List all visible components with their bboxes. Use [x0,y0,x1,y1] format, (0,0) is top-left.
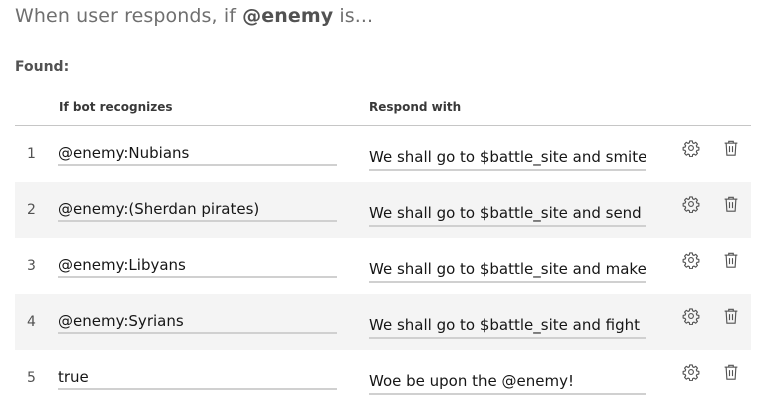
response-input[interactable]: We shall go to $battle_site and smite [369,146,646,171]
column-header-condition: If bot recognizes [59,100,173,114]
trash-icon[interactable] [721,306,741,326]
condition-value: @enemy:Nubians [58,144,190,162]
response-input[interactable]: We shall go to $battle_site and make [369,258,646,283]
response-value: We shall go to $battle_site and fight u [369,316,646,334]
condition-value: true [58,368,89,386]
condition-value: @enemy:(Sherdan pirates) [58,200,260,218]
response-input[interactable]: We shall go to $battle_site and send [369,202,646,227]
condition-input[interactable]: @enemy:(Sherdan pirates) [58,198,337,222]
heading-entity: @enemy [242,5,334,27]
row-number: 5 [27,370,36,386]
table-row: 1 @enemy:Nubians We shall go to $battle_… [15,126,751,182]
column-header-response: Respond with [369,100,462,114]
heading-prefix: When user responds, if [15,5,243,27]
trash-icon[interactable] [721,194,741,214]
condition-input[interactable]: true [58,366,337,390]
found-label: Found: [15,59,70,75]
trash-icon[interactable] [721,362,741,382]
response-value: Woe be upon the @enemy! [369,372,574,390]
heading-suffix: is... [333,5,374,27]
response-input[interactable]: Woe be upon the @enemy! [369,370,646,395]
gear-icon[interactable] [681,194,701,214]
condition-heading: When user responds, if @enemy is... [15,5,373,27]
gear-icon[interactable] [681,306,701,326]
response-value: We shall go to $battle_site and smite [369,148,646,166]
response-value: We shall go to $battle_site and make [369,260,646,278]
condition-input[interactable]: @enemy:Nubians [58,142,337,166]
condition-input[interactable]: @enemy:Libyans [58,254,337,278]
row-number: 2 [27,202,36,218]
row-number: 3 [27,258,36,274]
row-number: 1 [27,146,36,162]
trash-icon[interactable] [721,138,741,158]
condition-value: @enemy:Libyans [58,256,186,274]
response-value: We shall go to $battle_site and send [369,204,642,222]
condition-value: @enemy:Syrians [58,312,184,330]
condition-input[interactable]: @enemy:Syrians [58,310,337,334]
gear-icon[interactable] [681,138,701,158]
table-row: 5 true Woe be upon the @enemy! [15,350,751,406]
response-input[interactable]: We shall go to $battle_site and fight u [369,314,646,339]
trash-icon[interactable] [721,250,741,270]
conditional-responses-table: 1 @enemy:Nubians We shall go to $battle_… [15,126,751,406]
table-row: 3 @enemy:Libyans We shall go to $battle_… [15,238,751,294]
gear-icon[interactable] [681,362,701,382]
table-row: 4 @enemy:Syrians We shall go to $battle_… [15,294,751,350]
row-number: 4 [27,314,36,330]
table-row: 2 @enemy:(Sherdan pirates) We shall go t… [15,182,751,238]
gear-icon[interactable] [681,250,701,270]
